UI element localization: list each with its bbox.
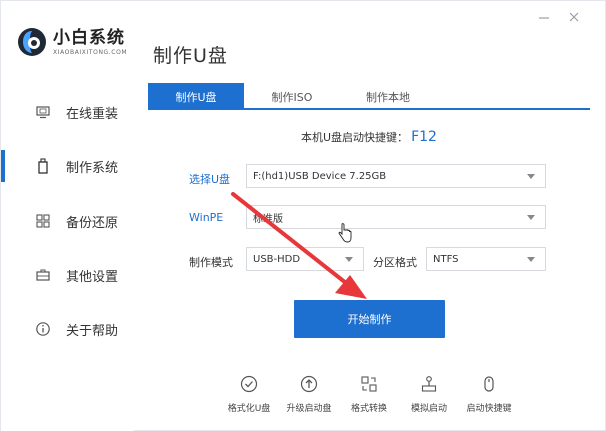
shortcut-key: F12 <box>411 129 437 145</box>
sidebar-item-make-system[interactable]: 制作系统 <box>1 146 134 186</box>
check-circle-icon <box>240 375 258 393</box>
chevron-down-icon <box>527 215 535 220</box>
sidebar-item-label: 在线重装 <box>66 106 119 122</box>
sidebar-item-online-reinstall[interactable]: 在线重装 <box>1 92 134 132</box>
sidebar-item-label: 制作系统 <box>66 160 119 176</box>
logo-title: 小白系统 <box>53 27 125 48</box>
mode-select[interactable]: USB-HDD <box>246 247 364 271</box>
logo-subtitle: XIAOBAIXITONG.COM <box>53 48 128 56</box>
winpe-select[interactable]: 标准版 <box>246 205 546 229</box>
minimize-icon <box>539 17 549 19</box>
chevron-down-icon <box>527 257 535 262</box>
page-title: 制作U盘 <box>153 45 228 67</box>
partition-label: 分区格式 <box>373 256 417 269</box>
boot-shortcut-button[interactable]: 启动快捷键 <box>454 375 524 415</box>
chevron-down-icon <box>345 257 353 262</box>
tab-make-iso[interactable]: 制作ISO <box>244 83 340 110</box>
close-icon <box>569 12 579 22</box>
info-icon <box>35 321 51 337</box>
shortcut-hint: 本机U盘启动快捷键： F12 <box>301 129 437 145</box>
partition-select[interactable]: NTFS <box>426 247 546 271</box>
mouse-icon <box>480 375 498 393</box>
sidebar: 小白系统 XIAOBAIXITONG.COM 在线重装 制作系统 备份还原 其他… <box>1 1 134 431</box>
app-window: 小白系统 XIAOBAIXITONG.COM 在线重装 制作系统 备份还原 其他… <box>0 0 606 431</box>
sidebar-item-other-settings[interactable]: 其他设置 <box>1 255 134 295</box>
tab-bar: 制作U盘 制作ISO 制作本地 <box>148 83 590 110</box>
chevron-down-icon <box>527 174 535 179</box>
usb-device-select[interactable]: F:(hd1)USB Device 7.25GB <box>246 164 546 188</box>
usb-drive-icon <box>35 158 51 174</box>
tool-label: 启动快捷键 <box>466 404 512 414</box>
sidebar-item-label: 关于帮助 <box>66 323 119 339</box>
tab-make-local[interactable]: 制作本地 <box>340 83 436 110</box>
close-button[interactable] <box>567 9 581 23</box>
joystick-icon <box>420 375 438 393</box>
mode-value: USB-HDD <box>253 253 301 265</box>
sidebar-item-label: 其他设置 <box>66 269 119 285</box>
start-make-button[interactable]: 开始制作 <box>294 300 445 338</box>
convert-icon <box>360 375 378 393</box>
tab-make-usb[interactable]: 制作U盘 <box>148 83 244 110</box>
upload-circle-icon <box>300 375 318 393</box>
winpe-label: WinPE <box>189 211 224 224</box>
sidebar-item-about-help[interactable]: 关于帮助 <box>1 309 134 349</box>
logo: 小白系统 XIAOBAIXITONG.COM <box>17 27 127 57</box>
hand-cursor-icon <box>338 223 352 243</box>
usb-device-value: F:(hd1)USB Device 7.25GB <box>253 170 387 182</box>
monitor-icon <box>35 104 51 120</box>
briefcase-icon <box>35 267 51 283</box>
minimize-button[interactable] <box>537 9 551 23</box>
select-usb-label: 选择U盘 <box>189 173 231 186</box>
winpe-value: 标准版 <box>253 213 283 225</box>
sidebar-item-label: 备份还原 <box>66 215 119 231</box>
partition-value: NTFS <box>433 253 459 265</box>
logo-icon <box>17 27 47 57</box>
sidebar-item-backup-restore[interactable]: 备份还原 <box>1 201 134 241</box>
shortcut-hint-text: 本机U盘启动快捷键： <box>301 131 409 144</box>
mode-label: 制作模式 <box>189 256 233 269</box>
grid-restore-icon <box>35 213 51 229</box>
